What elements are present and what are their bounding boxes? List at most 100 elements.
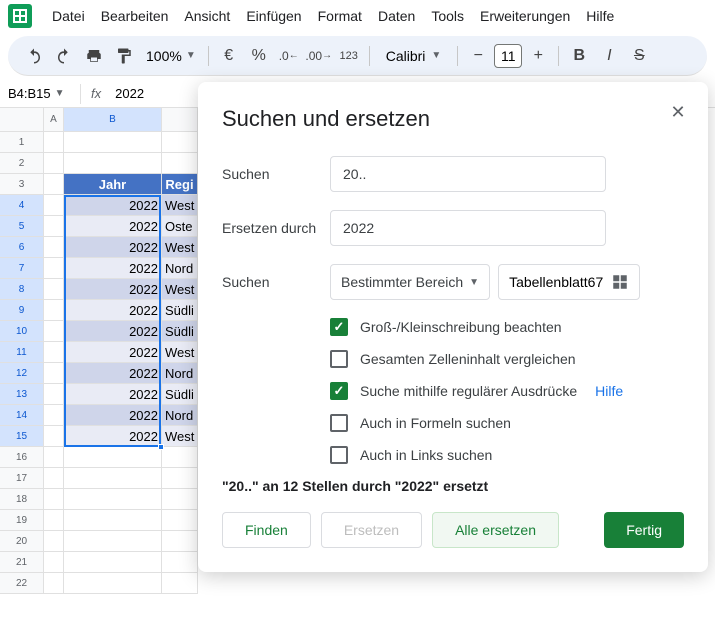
cell[interactable] [44,195,64,216]
row-header[interactable]: 19 [0,510,44,531]
bold-button[interactable]: B [565,42,593,70]
row-header[interactable]: 21 [0,552,44,573]
menu-bearbeiten[interactable]: Bearbeiten [93,4,177,28]
replace-input[interactable] [330,210,606,246]
font-select[interactable]: Calibri▼ [376,48,452,64]
increase-font-button[interactable]: + [524,42,552,70]
cell[interactable] [44,447,64,468]
cell[interactable] [162,510,198,531]
decrease-font-button[interactable]: − [464,42,492,70]
row-header[interactable]: 20 [0,531,44,552]
entire-cell-checkbox[interactable] [330,350,348,368]
cell[interactable] [64,552,162,573]
name-box[interactable]: B4:B15▼ [0,86,80,101]
cell[interactable]: 2022 [64,279,162,300]
cell[interactable] [162,489,198,510]
cell[interactable] [44,363,64,384]
redo-button[interactable] [50,42,78,70]
search-scope-select[interactable]: Bestimmter Bereich ▼ [330,264,490,300]
cell[interactable] [44,552,64,573]
cell[interactable] [64,447,162,468]
cell[interactable]: Regi [162,174,198,195]
cell[interactable]: 2022 [64,363,162,384]
cell[interactable]: 2022 [64,321,162,342]
cell[interactable]: Nord [162,405,198,426]
strikethrough-button[interactable]: S [625,42,653,70]
cell[interactable] [162,153,198,174]
cell[interactable] [162,531,198,552]
cell[interactable]: Nord [162,258,198,279]
cell[interactable]: Jahr [64,174,162,195]
cell[interactable]: West [162,195,198,216]
cell[interactable]: 2022 [64,195,162,216]
cell[interactable]: West [162,342,198,363]
select-all-corner[interactable] [0,108,44,132]
italic-button[interactable]: I [595,42,623,70]
row-header[interactable]: 22 [0,573,44,594]
cell[interactable] [44,321,64,342]
cell[interactable] [162,552,198,573]
menu-format[interactable]: Format [310,4,370,28]
cell[interactable] [162,573,198,594]
cell[interactable] [44,216,64,237]
cell[interactable] [44,300,64,321]
close-button[interactable]: ✕ [666,100,690,124]
cell[interactable]: West [162,279,198,300]
cell[interactable] [44,153,64,174]
row-header[interactable]: 6 [0,237,44,258]
row-header[interactable]: 13 [0,384,44,405]
cell[interactable] [44,174,64,195]
cell[interactable] [64,510,162,531]
row-header[interactable]: 7 [0,258,44,279]
cell[interactable] [64,468,162,489]
links-checkbox[interactable] [330,446,348,464]
cell[interactable]: 2022 [64,237,162,258]
cell[interactable]: Südli [162,384,198,405]
formula-input[interactable]: 2022 [111,86,148,101]
row-header[interactable]: 18 [0,489,44,510]
print-button[interactable] [80,42,108,70]
find-button[interactable]: Finden [222,512,311,548]
cell[interactable] [44,132,64,153]
row-header[interactable]: 12 [0,363,44,384]
col-header-b[interactable]: B [64,108,162,132]
row-header[interactable]: 11 [0,342,44,363]
increase-decimal-button[interactable]: .00→ [305,42,333,70]
cell[interactable]: West [162,426,198,447]
cell[interactable] [44,489,64,510]
regex-checkbox[interactable] [330,382,348,400]
range-input[interactable]: Tabellenblatt67 [498,264,640,300]
row-header[interactable]: 9 [0,300,44,321]
col-header-a[interactable]: A [44,108,64,132]
menu-erweiterungen[interactable]: Erweiterungen [472,4,578,28]
cell[interactable] [64,531,162,552]
cell[interactable]: 2022 [64,342,162,363]
menu-daten[interactable]: Daten [370,4,423,28]
cell[interactable]: Oste [162,216,198,237]
cell[interactable] [64,132,162,153]
menu-hilfe[interactable]: Hilfe [578,4,622,28]
cell[interactable] [64,489,162,510]
more-formats-button[interactable]: 123 [335,42,363,70]
cell[interactable]: 2022 [64,426,162,447]
formulas-checkbox[interactable] [330,414,348,432]
row-header[interactable]: 8 [0,279,44,300]
menu-einfügen[interactable]: Einfügen [238,4,309,28]
help-link[interactable]: Hilfe [595,383,623,399]
cell[interactable] [44,531,64,552]
cell[interactable]: Nord [162,363,198,384]
row-header[interactable]: 2 [0,153,44,174]
undo-button[interactable] [20,42,48,70]
cell[interactable] [44,468,64,489]
cell[interactable] [162,132,198,153]
menu-tools[interactable]: Tools [423,4,472,28]
row-header[interactable]: 5 [0,216,44,237]
cell[interactable]: 2022 [64,258,162,279]
cell[interactable]: Südli [162,321,198,342]
cell[interactable] [44,573,64,594]
cell[interactable] [44,510,64,531]
row-header[interactable]: 10 [0,321,44,342]
row-header[interactable]: 15 [0,426,44,447]
row-header[interactable]: 14 [0,405,44,426]
col-header-c[interactable] [162,108,198,132]
